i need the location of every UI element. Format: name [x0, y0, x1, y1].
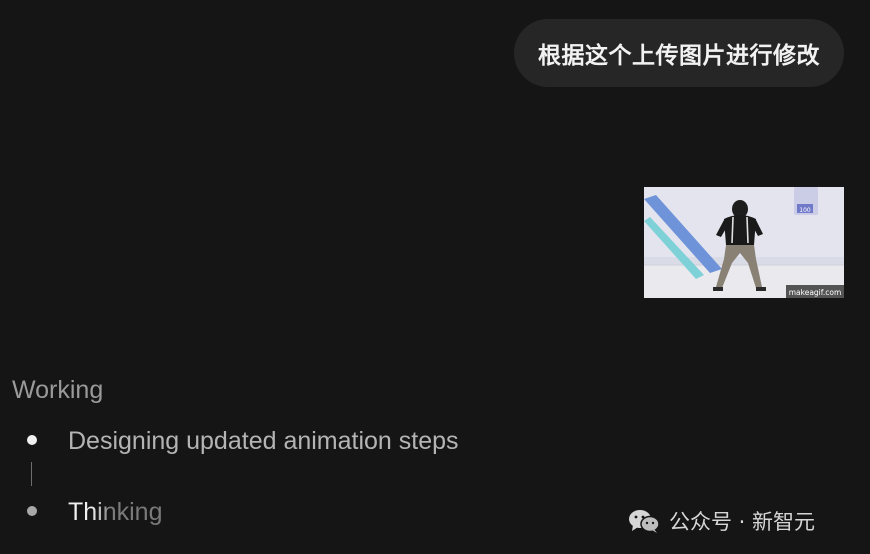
chat-view: 根据这个上传图片进行修改 100 makeagif.com Working De… [0, 0, 870, 554]
step-connector [31, 462, 32, 486]
step-label-designing: Designing updated animation steps [68, 427, 459, 455]
status-title: Working [12, 376, 104, 404]
watermark-text: 公众号 · 新智元 [669, 510, 816, 534]
gif-caption: makeagif.com [789, 288, 842, 297]
wall-sign-badge: 100 [799, 207, 811, 214]
step-label-thinking: Thinking [68, 498, 163, 526]
user-message-bubble: 根据这个上传图片进行修改 [514, 19, 844, 87]
wechat-icon [629, 510, 660, 533]
step-active-dot [27, 506, 37, 516]
uploaded-image-thumbnail[interactable]: 100 makeagif.com [644, 187, 844, 298]
user-message-text: 根据这个上传图片进行修改 [538, 43, 820, 69]
watermark: 公众号 · 新智元 [627, 506, 815, 536]
step-done-dot [27, 435, 37, 445]
uploaded-image: 100 makeagif.com [644, 187, 844, 298]
